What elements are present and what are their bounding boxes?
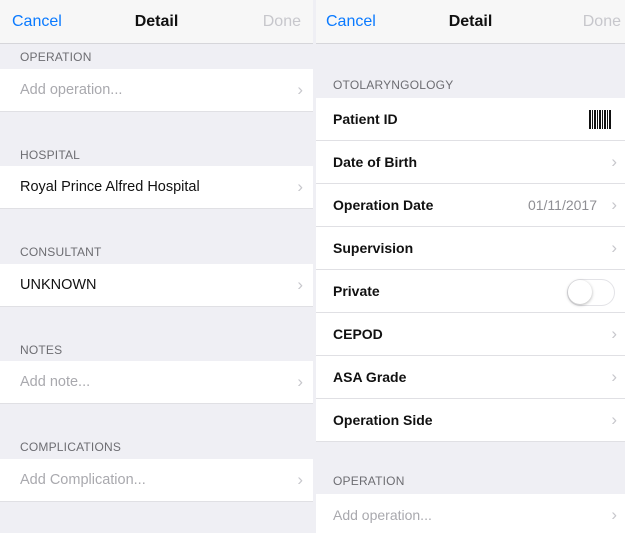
private-label: Private <box>333 283 380 299</box>
add-operation-placeholder: Add operation... <box>333 507 432 523</box>
hospital-value: Royal Prince Alfred Hospital <box>20 179 200 195</box>
section-header-specialty: OTOLARYNGOLOGY <box>333 78 454 92</box>
add-note-placeholder: Add note... <box>20 374 91 390</box>
hospital-row[interactable]: Royal Prince Alfred Hospital › <box>0 166 313 209</box>
done-button[interactable]: Done <box>263 13 301 31</box>
patient-id-row[interactable]: Patient ID <box>316 98 625 141</box>
consultant-value: UNKNOWN <box>20 277 97 293</box>
add-operation-placeholder: Add operation... <box>20 82 123 98</box>
asa-grade-label: ASA Grade <box>333 369 407 385</box>
chevron-right-icon: › <box>611 505 617 524</box>
add-complication-row[interactable]: Add Complication... › <box>0 459 313 502</box>
chevron-right-icon: › <box>297 275 303 294</box>
chevron-right-icon: › <box>297 80 303 99</box>
private-row: Private <box>316 270 625 313</box>
section-header-operation: OPERATION <box>20 50 92 64</box>
operation-side-row[interactable]: Operation Side › <box>316 399 625 442</box>
date-of-birth-label: Date of Birth <box>333 154 417 170</box>
cancel-button[interactable]: Cancel <box>326 13 376 31</box>
supervision-row[interactable]: Supervision › <box>316 227 625 270</box>
chevron-right-icon: › <box>297 372 303 391</box>
chevron-right-icon: › <box>611 195 617 214</box>
right-detail-screen: Cancel Detail Done OTOLARYNGOLOGY Patien… <box>316 0 625 533</box>
cepod-row[interactable]: CEPOD › <box>316 313 625 356</box>
barcode-icon[interactable] <box>589 110 611 129</box>
operation-date-value: 01/11/2017 <box>527 197 597 213</box>
chevron-right-icon: › <box>611 238 617 257</box>
left-detail-screen: Cancel Detail Done OPERATION Add operati… <box>0 0 313 533</box>
asa-grade-row[interactable]: ASA Grade › <box>316 356 625 399</box>
nav-bar: Cancel Detail Done <box>316 0 625 44</box>
chevron-right-icon: › <box>611 324 617 343</box>
add-operation-row[interactable]: Add operation... › <box>0 69 313 112</box>
chevron-right-icon: › <box>611 410 617 429</box>
section-header-hospital: HOSPITAL <box>20 148 81 162</box>
supervision-label: Supervision <box>333 240 414 256</box>
done-button[interactable]: Done <box>583 13 621 31</box>
section-header-complications: COMPLICATIONS <box>20 440 122 454</box>
operation-side-label: Operation Side <box>333 412 433 428</box>
cancel-button[interactable]: Cancel <box>12 13 62 31</box>
chevron-right-icon: › <box>611 152 617 171</box>
chevron-right-icon: › <box>297 470 303 489</box>
add-note-row[interactable]: Add note... › <box>0 361 313 404</box>
section-header-notes: NOTES <box>20 343 63 357</box>
operation-date-label: Operation Date <box>333 197 434 213</box>
section-header-consultant: CONSULTANT <box>20 245 102 259</box>
cepod-label: CEPOD <box>333 326 383 342</box>
nav-bar: Cancel Detail Done <box>0 0 313 44</box>
consultant-row[interactable]: UNKNOWN › <box>0 264 313 307</box>
section-header-operation: OPERATION <box>333 474 405 488</box>
chevron-right-icon: › <box>611 367 617 386</box>
add-operation-row[interactable]: Add operation... › <box>316 494 625 533</box>
operation-date-row[interactable]: Operation Date 01/11/2017 › <box>316 184 625 227</box>
date-of-birth-row[interactable]: Date of Birth › <box>316 141 625 184</box>
add-complication-placeholder: Add Complication... <box>20 472 146 488</box>
private-toggle[interactable] <box>567 279 615 306</box>
toggle-knob <box>568 280 592 304</box>
chevron-right-icon: › <box>297 177 303 196</box>
patient-id-label: Patient ID <box>333 111 398 127</box>
